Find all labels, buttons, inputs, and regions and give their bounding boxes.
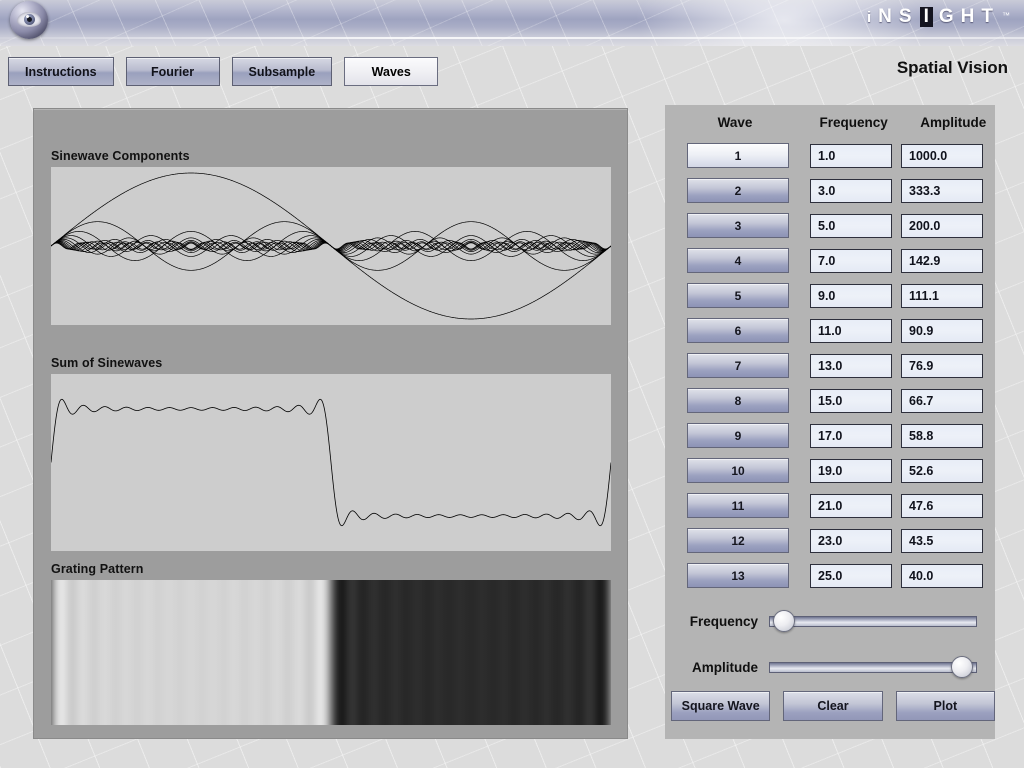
frequency-input-3[interactable]: 5.0: [810, 213, 892, 238]
amplitude-input-12[interactable]: 43.5: [901, 528, 983, 553]
tab-instructions[interactable]: Instructions: [8, 57, 114, 86]
wave-select-button-6[interactable]: 6: [687, 318, 789, 343]
wave-select-button-2[interactable]: 2: [687, 178, 789, 203]
frequency-input-9[interactable]: 17.0: [810, 423, 892, 448]
clear-button[interactable]: Clear: [783, 691, 883, 721]
wave-row: 8 15.0 66.7: [665, 383, 995, 418]
amplitude-slider-thumb[interactable]: [951, 656, 974, 678]
amplitude-input-11[interactable]: 47.6: [901, 493, 983, 518]
amplitude-input-13[interactable]: 40.0: [901, 563, 983, 588]
amplitude-input-9[interactable]: 58.8: [901, 423, 983, 448]
wave-select-button-11[interactable]: 11: [687, 493, 789, 518]
application-window: i N S I G H T ™ Instructions Fourier Subsample …: [0, 0, 1024, 768]
tab-subsample[interactable]: Subsample: [231, 57, 333, 86]
amplitude-input-1[interactable]: 1000.0: [901, 143, 983, 168]
frequency-input-2[interactable]: 3.0: [810, 178, 892, 203]
sinewave-components-block: Sinewave Components: [51, 149, 611, 325]
main-navigation-tabs: Instructions Fourier Subsample Waves: [8, 57, 439, 86]
table-column-headers: Wave Frequency Amplitude: [665, 115, 995, 130]
brand-logo: i N S I G H T ™: [867, 6, 1010, 27]
frequency-slider[interactable]: [769, 608, 977, 634]
wave-select-button-12[interactable]: 12: [687, 528, 789, 553]
amplitude-input-2[interactable]: 333.3: [901, 178, 983, 203]
sum-of-sinewaves-plot: [51, 374, 611, 551]
action-button-row: Square Wave Clear Plot: [665, 691, 995, 721]
frequency-slider-row: Frequency: [665, 608, 995, 634]
amplitude-slider-label: Amplitude: [692, 659, 758, 675]
wave-row: 1 1.0 1000.0: [665, 138, 995, 173]
amplitude-input-4[interactable]: 142.9: [901, 248, 983, 273]
wave-select-button-7[interactable]: 7: [687, 353, 789, 378]
amplitude-input-6[interactable]: 90.9: [901, 318, 983, 343]
column-header-frequency: Frequency: [819, 115, 888, 130]
frequency-input-5[interactable]: 9.0: [810, 283, 892, 308]
app-header: i N S I G H T ™: [0, 0, 1024, 46]
sinewave-components-svg: [51, 172, 611, 320]
amplitude-slider-track[interactable]: [769, 661, 977, 673]
sum-of-sinewaves-label: Sum of Sinewaves: [51, 356, 163, 370]
wave-select-button-4[interactable]: 4: [687, 248, 789, 273]
wave-row: 9 17.0 58.8: [665, 418, 995, 453]
sinewave-components-label: Sinewave Components: [51, 149, 190, 163]
eye-logo-icon: [10, 1, 48, 39]
wave-row: 5 9.0 111.1: [665, 278, 995, 313]
amplitude-input-3[interactable]: 200.0: [901, 213, 983, 238]
amplitude-slider-row: Amplitude: [665, 654, 995, 680]
control-panel: Wave Frequency Amplitude 1 1.0 1000.0 2 3.0 3…: [665, 105, 995, 739]
frequency-slider-label: Frequency: [689, 613, 758, 629]
wave-select-button-9[interactable]: 9: [687, 423, 789, 448]
grating-pattern-block: Grating Pattern: [51, 562, 611, 725]
frequency-input-11[interactable]: 21.0: [810, 493, 892, 518]
frequency-input-6[interactable]: 11.0: [810, 318, 892, 343]
amplitude-input-8[interactable]: 66.7: [901, 388, 983, 413]
wave-select-button-3[interactable]: 3: [687, 213, 789, 238]
wave-row: 6 11.0 90.9: [665, 313, 995, 348]
amplitude-input-5[interactable]: 111.1: [901, 283, 983, 308]
frequency-slider-track[interactable]: [769, 615, 977, 627]
page-title: Spatial Vision: [896, 58, 1008, 77]
wave-row: 10 19.0 52.6: [665, 453, 995, 488]
amplitude-input-10[interactable]: 52.6: [901, 458, 983, 483]
frequency-input-13[interactable]: 25.0: [810, 563, 892, 588]
wave-row: 3 5.0 200.0: [665, 208, 995, 243]
wave-row: 7 13.0 76.9: [665, 348, 995, 383]
frequency-input-4[interactable]: 7.0: [810, 248, 892, 273]
frequency-slider-thumb[interactable]: [772, 610, 795, 632]
sum-of-sinewaves-svg: [51, 398, 611, 527]
frequency-input-7[interactable]: 13.0: [810, 353, 892, 378]
plots-panel: Sinewave Components Sum of Sinewaves Gra…: [33, 108, 628, 739]
wave-select-button-10[interactable]: 10: [687, 458, 789, 483]
frequency-input-1[interactable]: 1.0: [810, 143, 892, 168]
header-divider-line: [0, 37, 1024, 39]
wave-row: 2 3.0 333.3: [665, 173, 995, 208]
column-header-wave: Wave: [717, 115, 753, 130]
amplitude-input-7[interactable]: 76.9: [901, 353, 983, 378]
wave-select-button-5[interactable]: 5: [687, 283, 789, 308]
sinewave-components-plot: [51, 167, 611, 325]
wave-row: 11 21.0 47.6: [665, 488, 995, 523]
wave-row: 13 25.0 40.0: [665, 558, 995, 593]
grating-pattern-image: [51, 580, 611, 725]
frequency-input-8[interactable]: 15.0: [810, 388, 892, 413]
plot-button[interactable]: Plot: [895, 691, 995, 721]
amplitude-slider[interactable]: [769, 654, 977, 680]
frequency-input-12[interactable]: 23.0: [810, 528, 892, 553]
wave-table: 1 1.0 1000.0 2 3.0 333.3 3 5.0 200.0 4 7.0 142.9 5 9.…: [665, 138, 995, 593]
frequency-input-10[interactable]: 19.0: [810, 458, 892, 483]
wave-row: 12 23.0 43.5: [665, 523, 995, 558]
tab-waves[interactable]: Waves: [344, 57, 439, 86]
wave-select-button-1[interactable]: 1: [687, 143, 789, 168]
wave-select-button-13[interactable]: 13: [687, 563, 789, 588]
tab-fourier[interactable]: Fourier: [125, 57, 220, 86]
sum-of-sinewaves-block: Sum of Sinewaves: [51, 356, 611, 551]
square-wave-button[interactable]: Square Wave: [671, 691, 771, 721]
eye-highlight: [26, 15, 29, 18]
wave-row: 4 7.0 142.9: [665, 243, 995, 278]
grating-pattern-label: Grating Pattern: [51, 562, 144, 576]
column-header-amplitude: Amplitude: [920, 115, 987, 130]
wave-select-button-8[interactable]: 8: [687, 388, 789, 413]
trademark-symbol: ™: [1002, 10, 1010, 20]
